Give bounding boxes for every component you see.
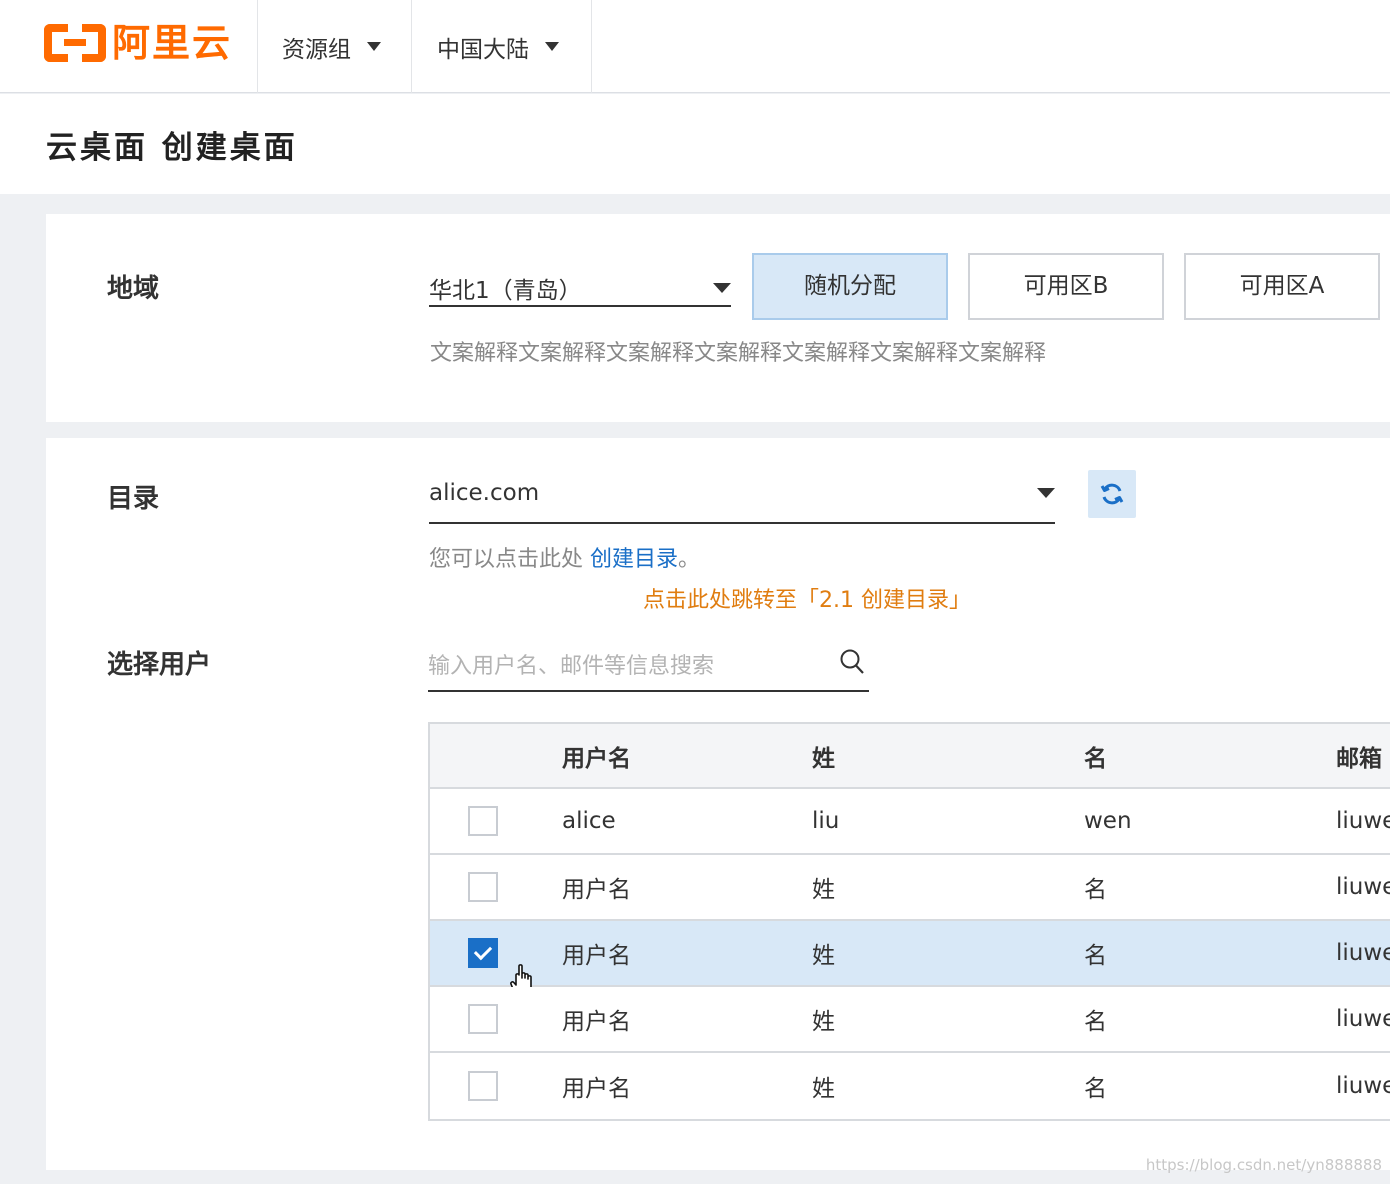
cell-last-name: 姓 — [812, 943, 835, 969]
region-dropdown[interactable]: 中国大陆 — [437, 0, 559, 93]
create-directory-link[interactable]: 创建目录 — [590, 547, 678, 572]
cell-email: liuwe — [1336, 808, 1390, 834]
caret-down-icon — [545, 42, 559, 51]
table-row[interactable]: alice liu wen liuwe — [430, 789, 1390, 855]
region-hint: 文案解释文案解释文案解释文案解释文案解释文案解释文案解释 — [430, 341, 1047, 366]
aliyun-logo[interactable]: 阿里云 — [44, 22, 232, 64]
caret-down-icon — [713, 283, 731, 293]
divider — [257, 0, 258, 93]
cell-first-name: 名 — [1084, 877, 1107, 903]
cell-first-name: 名 — [1084, 943, 1107, 969]
directory-select[interactable]: alice.com — [429, 476, 1055, 524]
row-checkbox[interactable] — [468, 1004, 498, 1034]
cell-first-name: 名 — [1084, 1076, 1107, 1102]
region-select-value: 华北1（青岛） — [429, 278, 582, 304]
aliyun-logo-icon — [44, 24, 106, 62]
watermark: https://blog.csdn.net/yn888888 — [1145, 1156, 1382, 1174]
cell-email: liuwe — [1336, 940, 1390, 966]
resource-group-dropdown[interactable]: 资源组 — [282, 0, 381, 93]
directory-hint-prefix: 您可以点击此处 — [429, 547, 590, 572]
directory-section-label: 目录 — [107, 484, 160, 514]
region-section-label: 地域 — [107, 274, 160, 304]
top-bar: 阿里云 资源组 中国大陆 — [0, 0, 1390, 93]
page-title: 云桌面 创建桌面 — [46, 130, 298, 166]
divider — [591, 0, 592, 93]
cell-username: 用户名 — [562, 943, 631, 969]
refresh-button[interactable] — [1088, 470, 1136, 518]
zone-button-a[interactable]: 可用区A — [1184, 253, 1380, 320]
cell-username: 用户名 — [562, 877, 631, 903]
jump-note: 点击此处跳转至「2.1 创建目录」 — [643, 588, 971, 613]
directory-hint: 您可以点击此处 创建目录。 — [429, 541, 700, 573]
column-header-username[interactable]: 用户名 — [562, 724, 631, 787]
cell-first-name: wen — [1084, 808, 1132, 834]
cell-last-name: liu — [812, 808, 840, 834]
directory-select-value: alice.com — [429, 480, 540, 506]
search-input[interactable]: 输入用户名、邮件等信息搜索 — [428, 648, 714, 680]
region-select[interactable]: 华北1（青岛） — [429, 267, 731, 307]
row-checkbox[interactable] — [468, 938, 498, 968]
cell-email: liuwe — [1336, 874, 1390, 900]
column-header-email[interactable]: 邮箱 — [1336, 724, 1382, 787]
cell-first-name: 名 — [1084, 1009, 1107, 1035]
region-label: 中国大陆 — [437, 36, 529, 63]
row-checkbox[interactable] — [468, 1071, 498, 1101]
cell-username: alice — [562, 808, 616, 834]
directory-hint-suffix: 。 — [678, 547, 701, 572]
cell-username: 用户名 — [562, 1009, 631, 1035]
column-header-last-name[interactable]: 姓 — [812, 724, 835, 787]
user-section-label: 选择用户 — [107, 650, 212, 680]
cell-username: 用户名 — [562, 1076, 631, 1102]
row-checkbox[interactable] — [468, 806, 498, 836]
logo-text: 阿里云 — [112, 21, 233, 65]
title-bar: 云桌面 创建桌面 — [0, 94, 1390, 194]
cell-email: liuwe — [1336, 1006, 1390, 1032]
cell-email: liuwe — [1336, 1073, 1390, 1099]
search-icon[interactable] — [839, 648, 865, 676]
zone-button-b[interactable]: 可用区B — [968, 253, 1164, 320]
column-header-first-name[interactable]: 名 — [1084, 724, 1107, 787]
refresh-icon — [1100, 483, 1124, 505]
table-row[interactable]: 用户名 姓 名 liuwe — [430, 987, 1390, 1053]
cell-last-name: 姓 — [812, 1009, 835, 1035]
cell-last-name: 姓 — [812, 1076, 835, 1102]
row-checkbox[interactable] — [468, 872, 498, 902]
table-row[interactable]: 用户名 姓 名 liuwe — [430, 855, 1390, 921]
resource-group-label: 资源组 — [282, 36, 351, 63]
table-header: 用户名 姓 名 邮箱 — [430, 724, 1390, 789]
caret-down-icon — [1037, 488, 1055, 498]
user-search[interactable]: 输入用户名、邮件等信息搜索 — [428, 644, 869, 692]
user-table: 用户名 姓 名 邮箱 alice liu wen liuwe 用户名 姓 名 l… — [428, 722, 1390, 1121]
zone-button-random[interactable]: 随机分配 — [752, 253, 948, 320]
divider — [411, 0, 412, 93]
table-row[interactable]: 用户名 姓 名 liuwe — [430, 1053, 1390, 1119]
cell-last-name: 姓 — [812, 877, 835, 903]
directory-card: 目录 alice.com 您可以点击此处 创建目录。 点击此处跳转至「2.1 创… — [46, 438, 1390, 1170]
table-row[interactable]: 用户名 姓 名 liuwe — [430, 921, 1390, 997]
region-card: 地域 华北1（青岛） 随机分配 可用区B 可用区A 文案解释文案解释文案解释文案… — [46, 214, 1390, 422]
caret-down-icon — [367, 42, 381, 51]
